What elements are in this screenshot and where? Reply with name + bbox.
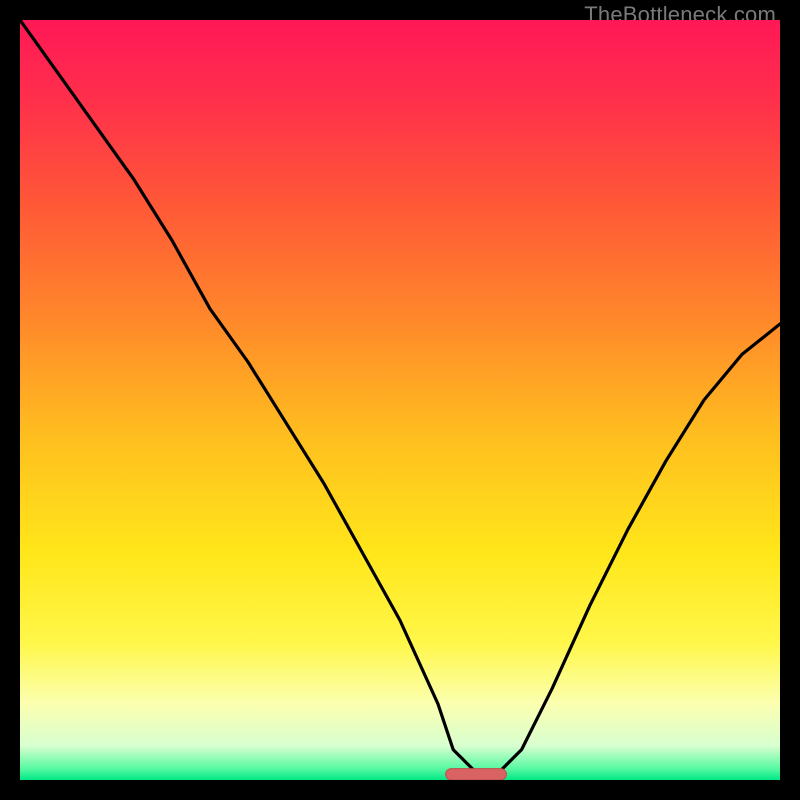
optimal-point-marker (446, 769, 507, 780)
gradient-background (20, 20, 780, 780)
chart-frame (20, 20, 780, 780)
bottleneck-chart (20, 20, 780, 780)
